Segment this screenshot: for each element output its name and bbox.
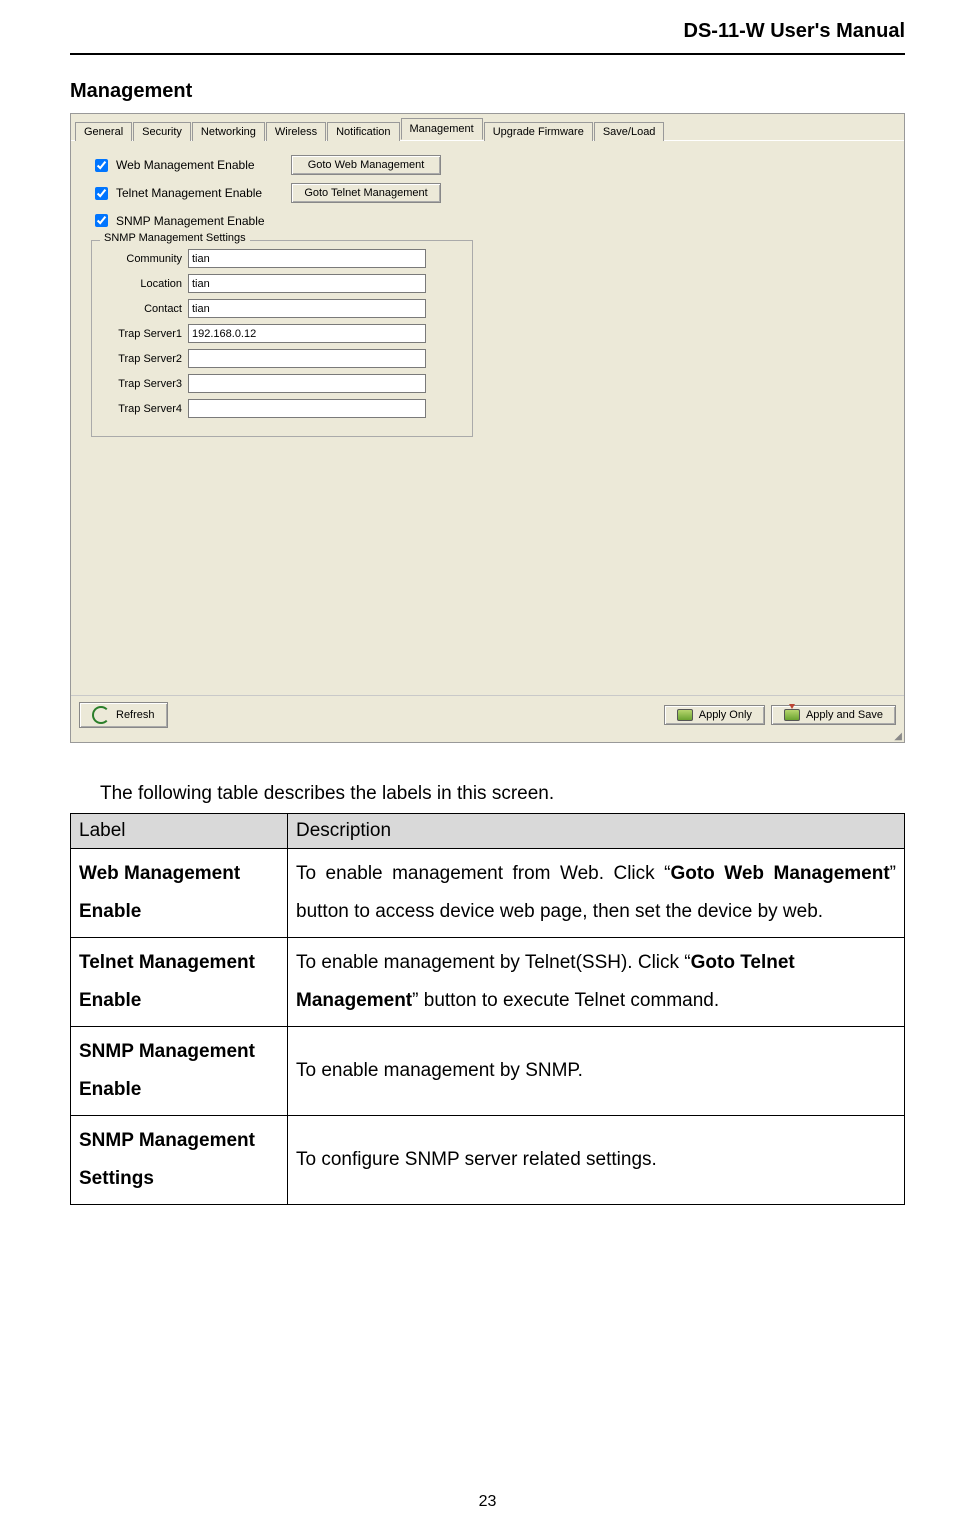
refresh-button[interactable]: Refresh bbox=[79, 702, 168, 728]
snmp-settings-group: SNMP Management Settings Community Locat… bbox=[91, 240, 473, 437]
snmp-management-enable-checkbox[interactable] bbox=[95, 214, 108, 227]
row-label: Telnet Management Enable bbox=[71, 938, 288, 1027]
header-title: DS-11-W User's Manual bbox=[70, 20, 905, 43]
tab-management[interactable]: Management bbox=[401, 118, 483, 140]
apply-only-label: Apply Only bbox=[699, 709, 752, 721]
apply-and-save-label: Apply and Save bbox=[806, 709, 883, 721]
trap-server2-input[interactable] bbox=[188, 349, 426, 368]
section-heading: Management bbox=[70, 80, 905, 103]
snmp-management-enable-label: SNMP Management Enable bbox=[116, 214, 291, 228]
community-label: Community bbox=[102, 253, 182, 265]
table-intro: The following table describes the labels… bbox=[100, 783, 905, 805]
table-head-label: Label bbox=[71, 814, 288, 849]
tab-body: Web Management Enable Goto Web Managemen… bbox=[71, 141, 904, 695]
trap-server1-input[interactable] bbox=[188, 324, 426, 343]
app-window: General Security Networking Wireless Not… bbox=[70, 113, 905, 743]
goto-telnet-management-button[interactable]: Goto Telnet Management bbox=[291, 183, 441, 203]
contact-input[interactable] bbox=[188, 299, 426, 318]
snmp-settings-legend: SNMP Management Settings bbox=[100, 232, 250, 244]
apply-icon bbox=[677, 709, 693, 721]
row-desc: To enable management from Web. Click “Go… bbox=[288, 849, 905, 938]
trap-server4-label: Trap Server4 bbox=[102, 403, 182, 415]
desc-text: ” button to execute Telnet command. bbox=[412, 990, 719, 1011]
trap-server4-input[interactable] bbox=[188, 399, 426, 418]
apply-and-save-button[interactable]: Apply and Save bbox=[771, 705, 896, 725]
description-table: Label Description Web Management Enable … bbox=[70, 813, 905, 1205]
web-management-enable-label: Web Management Enable bbox=[116, 158, 291, 172]
page-number: 23 bbox=[0, 1493, 975, 1511]
tab-save-load[interactable]: Save/Load bbox=[594, 122, 665, 141]
table-row: SNMP Management Enable To enable managem… bbox=[71, 1027, 905, 1116]
resize-grip-icon[interactable]: ◢ bbox=[71, 734, 904, 742]
desc-text: To enable management by Telnet(SSH). Cli… bbox=[296, 952, 691, 973]
tab-security[interactable]: Security bbox=[133, 122, 191, 141]
header-rule bbox=[70, 53, 905, 55]
table-row: Web Management Enable To enable manageme… bbox=[71, 849, 905, 938]
row-desc: To configure SNMP server related setting… bbox=[288, 1116, 905, 1205]
footer-bar: Refresh Apply Only Apply and Save bbox=[71, 695, 904, 734]
telnet-management-enable-label: Telnet Management Enable bbox=[116, 186, 291, 200]
tab-general[interactable]: General bbox=[75, 122, 132, 141]
table-row: SNMP Management Settings To configure SN… bbox=[71, 1116, 905, 1205]
desc-text: To configure SNMP server related setting… bbox=[296, 1149, 657, 1170]
refresh-label: Refresh bbox=[116, 709, 155, 721]
desc-text: To enable management from Web. Click “ bbox=[296, 863, 670, 884]
table-head-description: Description bbox=[288, 814, 905, 849]
apply-only-button[interactable]: Apply Only bbox=[664, 705, 765, 725]
contact-label: Contact bbox=[102, 303, 182, 315]
tab-notification[interactable]: Notification bbox=[327, 122, 399, 141]
web-management-enable-checkbox[interactable] bbox=[95, 159, 108, 172]
row-label: SNMP Management Settings bbox=[71, 1116, 288, 1205]
location-label: Location bbox=[102, 278, 182, 290]
row-label: SNMP Management Enable bbox=[71, 1027, 288, 1116]
row-label: Web Management Enable bbox=[71, 849, 288, 938]
trap-server3-input[interactable] bbox=[188, 374, 426, 393]
tab-upgrade-firmware[interactable]: Upgrade Firmware bbox=[484, 122, 593, 141]
row-desc: To enable management by Telnet(SSH). Cli… bbox=[288, 938, 905, 1027]
trap-server2-label: Trap Server2 bbox=[102, 353, 182, 365]
table-row: Telnet Management Enable To enable manag… bbox=[71, 938, 905, 1027]
save-icon bbox=[784, 709, 800, 721]
trap-server3-label: Trap Server3 bbox=[102, 378, 182, 390]
row-desc: To enable management by SNMP. bbox=[288, 1027, 905, 1116]
telnet-management-enable-checkbox[interactable] bbox=[95, 187, 108, 200]
tab-wireless[interactable]: Wireless bbox=[266, 122, 326, 141]
desc-bold: Goto Web Management bbox=[670, 863, 889, 884]
goto-web-management-button[interactable]: Goto Web Management bbox=[291, 155, 441, 175]
location-input[interactable] bbox=[188, 274, 426, 293]
tab-networking[interactable]: Networking bbox=[192, 122, 265, 141]
tab-strip: General Security Networking Wireless Not… bbox=[71, 114, 904, 141]
trap-server1-label: Trap Server1 bbox=[102, 328, 182, 340]
refresh-icon bbox=[92, 706, 110, 724]
desc-text: To enable management by SNMP. bbox=[296, 1060, 583, 1081]
community-input[interactable] bbox=[188, 249, 426, 268]
